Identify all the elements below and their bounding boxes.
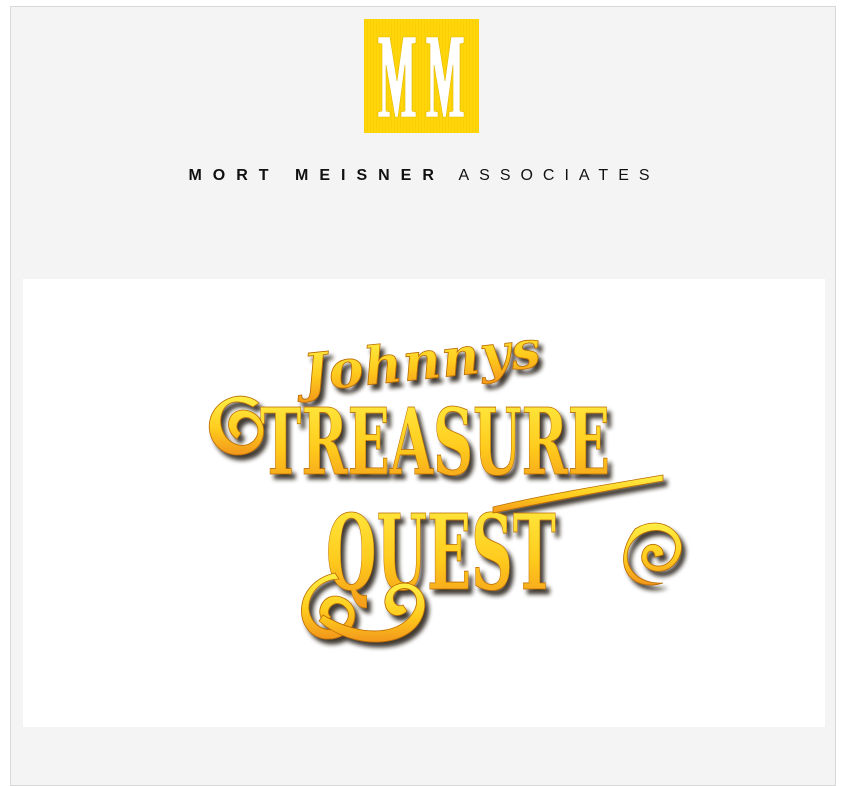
show-logo-panel: Johnnys TREASURE QUEST xyxy=(23,279,825,727)
agency-name-light: ASSOCIATES xyxy=(458,167,660,184)
monogram-graphic: MM xyxy=(364,19,479,133)
agency-name: MORT MEISNER ASSOCIATES xyxy=(11,167,837,185)
logo-line-treasure: TREASURE xyxy=(260,388,610,496)
right-swirl-ornament xyxy=(623,522,682,586)
logo-line-quest: QUEST xyxy=(326,491,556,614)
agency-name-bold: MORT MEISNER xyxy=(188,167,445,184)
treasure-quest-logo: Johnnys TREASURE QUEST xyxy=(208,318,682,643)
page-frame: MM MORT MEISNER ASSOCIATES Johnnys xyxy=(10,6,836,786)
agency-logo: MM xyxy=(364,19,479,133)
left-swirl-ornament xyxy=(208,395,265,456)
